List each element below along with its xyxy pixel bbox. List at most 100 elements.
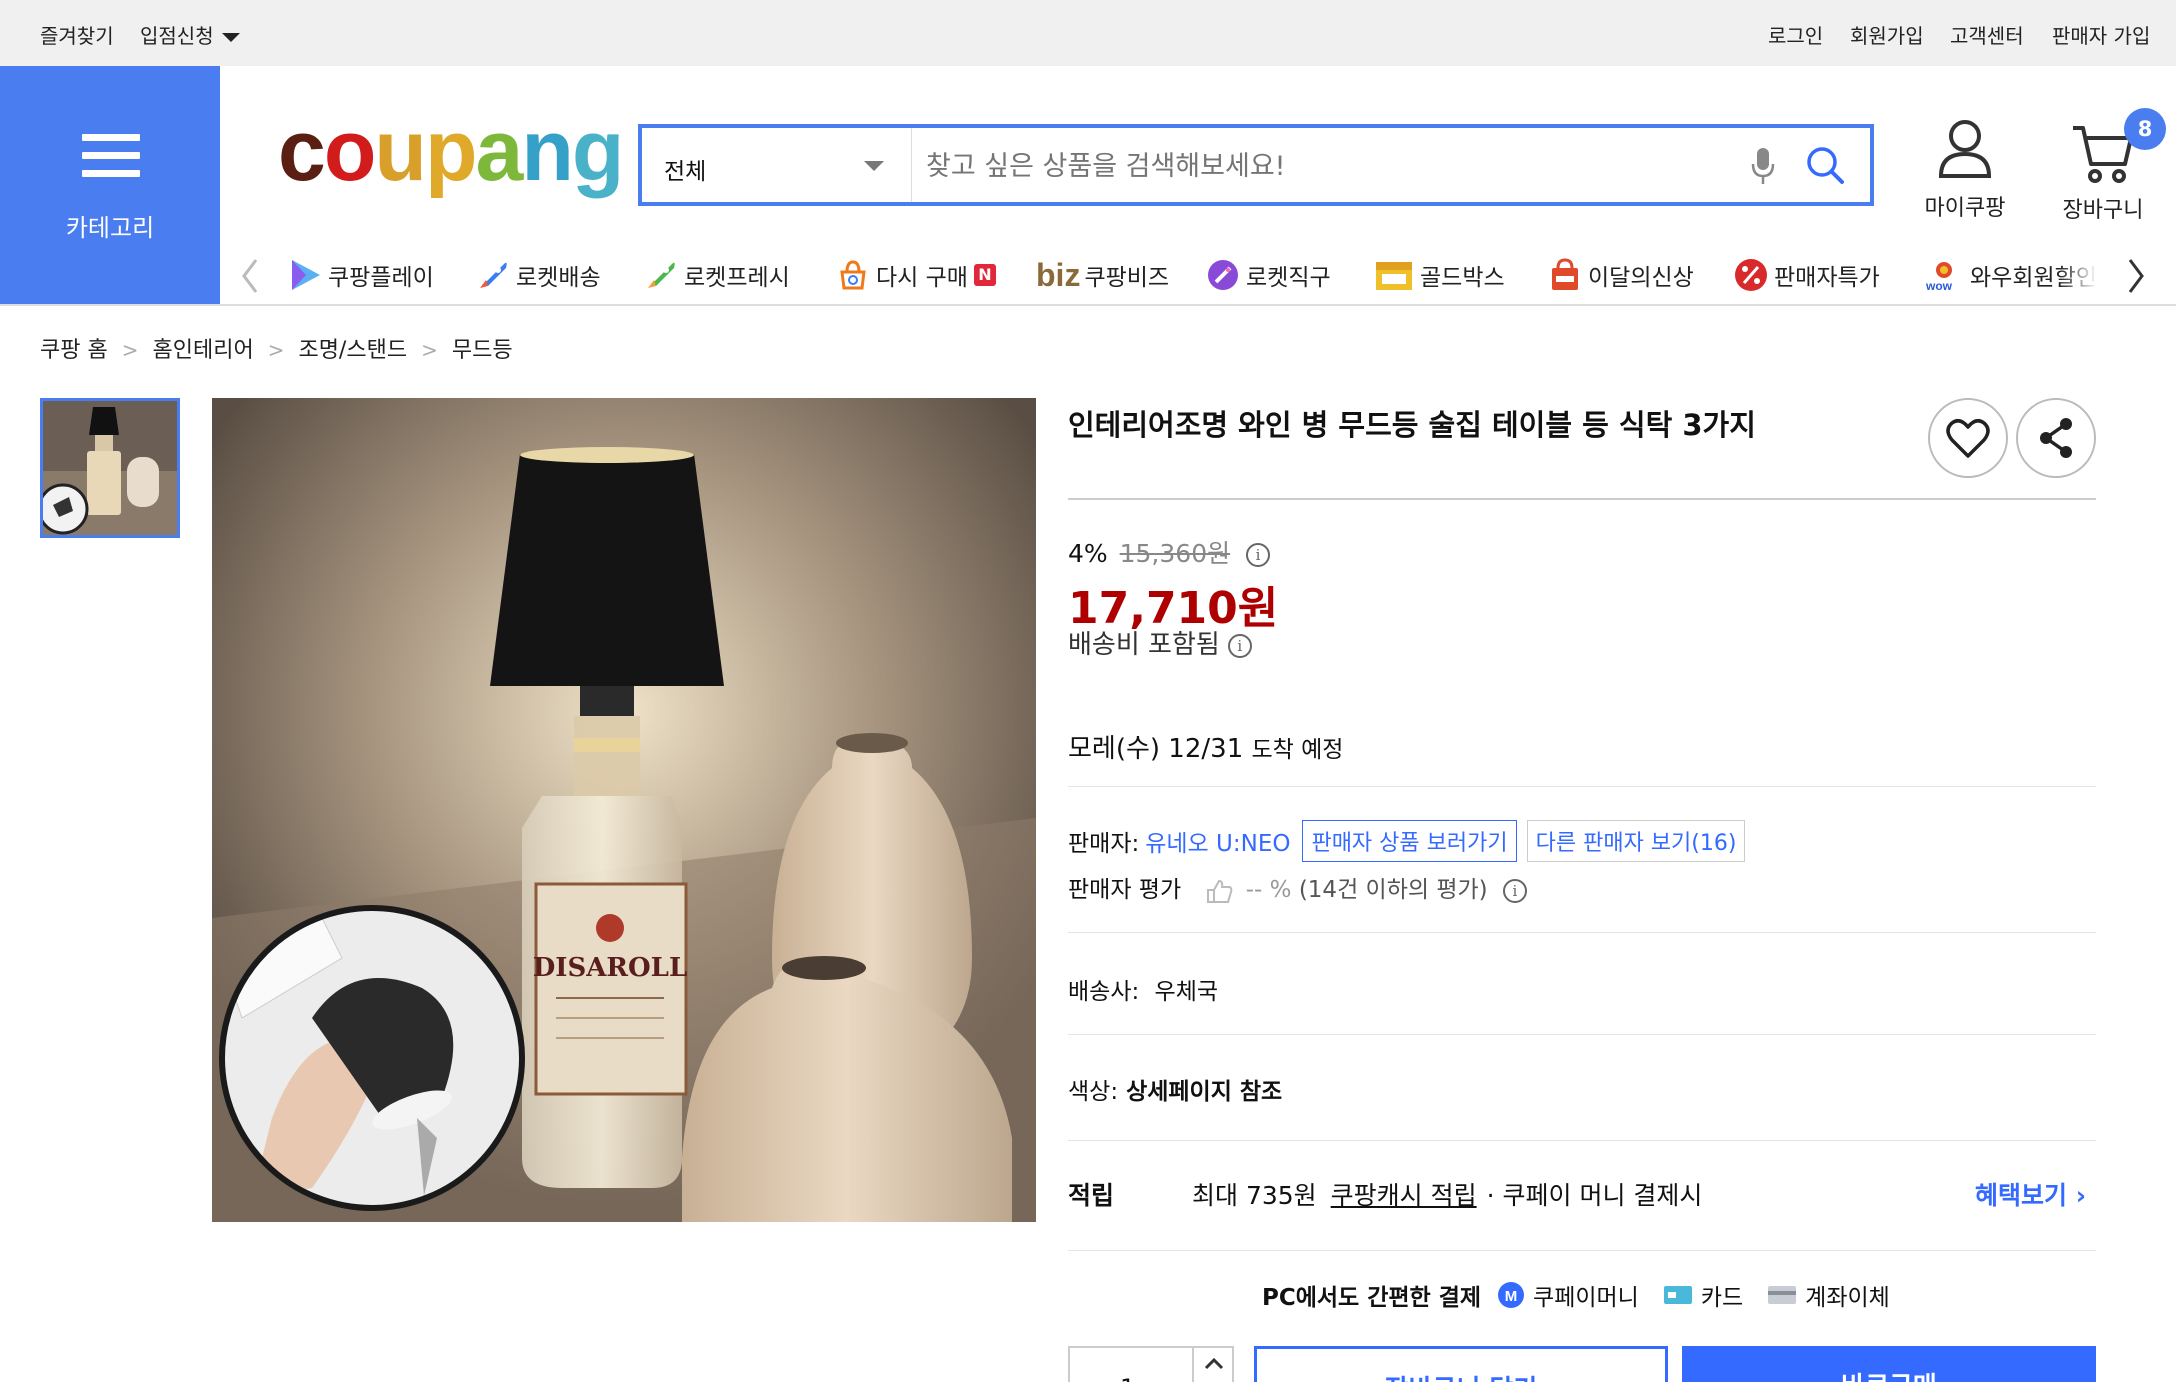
seller-rating-row: 판매자 평가 -- % (14건 이하의 평가) i	[1068, 870, 1527, 904]
discount-line: 4% 15,360원 i	[1068, 534, 1271, 570]
category-item-coupangplay[interactable]: 쿠팡플레이	[288, 250, 434, 300]
chevron-right-icon: ›	[2075, 1181, 2086, 1210]
chevron-right-icon[interactable]	[2126, 258, 2146, 294]
mycoupang-button[interactable]: 마이쿠팡	[1910, 118, 2020, 222]
category-label: 와우회원할인	[1970, 265, 2097, 291]
buy-now-button[interactable]: 바로구매	[1682, 1346, 2096, 1382]
breadcrumb-item[interactable]: 홈인테리어	[152, 338, 253, 363]
color-option-row: 색상: 상세페이지 참조	[1068, 1072, 1282, 1106]
breadcrumb: 쿠팡 홈 > 홈인테리어 > 조명/스탠드 > 무드등	[40, 332, 513, 364]
chevron-up-icon	[1204, 1357, 1224, 1370]
percent-icon	[1735, 259, 1767, 291]
microphone-icon[interactable]	[1750, 146, 1776, 186]
wishlist-button[interactable]	[1928, 398, 2008, 478]
carrier-label: 배송사:	[1068, 979, 1140, 1005]
category-item-rocketglobal[interactable]: 로켓직구	[1206, 250, 1331, 300]
support-link[interactable]: 고객센터	[1950, 20, 2024, 49]
info-icon[interactable]: i	[1502, 878, 1527, 903]
search-bar: 전체	[638, 124, 1874, 206]
cart-button[interactable]: 장바구니 8	[2048, 108, 2166, 224]
breadcrumb-item[interactable]: 무드등	[452, 338, 513, 363]
header-divider	[0, 304, 2176, 306]
breadcrumb-item[interactable]: 조명/스탠드	[298, 338, 407, 363]
product-thumbnail[interactable]	[40, 398, 180, 538]
seller-rating-value: -- %	[1245, 877, 1292, 903]
logo-letter: c	[278, 103, 326, 199]
seller-name-link[interactable]: 유네오 U:NEO	[1145, 824, 1290, 858]
divider	[1068, 786, 2096, 787]
payment-method-card: 카드	[1663, 1278, 1743, 1312]
bank-transfer-icon	[1768, 1286, 1797, 1304]
cash-reward-link[interactable]: 쿠팡캐시 적립	[1331, 1181, 1477, 1210]
benefits-link[interactable]: 혜택보기 ›	[1975, 1176, 2086, 1212]
product-main-image[interactable]: DISAROLL	[212, 398, 1036, 1222]
info-icon[interactable]: i	[1246, 543, 1271, 567]
goldbox-icon	[1376, 262, 1412, 290]
category-item-biz[interactable]: biz 쿠팡비즈	[1036, 250, 1169, 300]
chevron-right-icon: >	[421, 338, 438, 362]
add-to-cart-button[interactable]: 장바구니 담기	[1254, 1346, 1668, 1382]
bookmark-link[interactable]: 즐겨찾기	[40, 20, 114, 49]
divider	[1068, 1140, 2096, 1141]
payment-title: PC에서도 간편한 결제	[1262, 1285, 1482, 1311]
share-icon	[2040, 418, 2072, 458]
cart-count-badge: 8	[2124, 108, 2166, 150]
category-item-goldbox[interactable]: 골드박스	[1374, 250, 1505, 300]
product-thumbnail-image	[43, 401, 177, 535]
cart-label: 장바구니	[2062, 198, 2144, 223]
category-item-rocketfresh[interactable]: 로켓프레시	[644, 250, 790, 300]
play-icon	[292, 260, 320, 290]
share-button[interactable]	[2016, 398, 2096, 478]
svg-text:DISAROLL: DISAROLL	[533, 953, 687, 983]
chevron-right-icon: >	[121, 338, 139, 362]
new-icon	[1552, 258, 1578, 290]
category-menu-button[interactable]: 카테고리	[0, 66, 220, 304]
category-item-sellerdeal[interactable]: 판매자특가	[1734, 250, 1880, 300]
seller-join-link[interactable]: 판매자 가입	[2052, 20, 2150, 49]
divider	[1068, 498, 2096, 500]
signup-link[interactable]: 회원가입	[1850, 20, 1924, 49]
seller-products-button[interactable]: 판매자 상품 보러가기	[1302, 820, 1517, 862]
discount-rate: 4%	[1068, 539, 1108, 568]
category-strip: 쿠팡플레이 로켓배송 로켓프레시 다시 구매 N biz 쿠팡비즈 로켓직구 골…	[220, 250, 2176, 304]
coupang-logo[interactable]: coupang	[278, 108, 624, 194]
divider	[1068, 932, 2096, 933]
search-icon[interactable]	[1804, 144, 1846, 186]
category-item-wow[interactable]: wow 와우회원할인	[1924, 250, 2120, 300]
color-label: 색상:	[1068, 1079, 1119, 1105]
reward-row: 적립 최대 735원 쿠팡캐시 적립 · 쿠페이 머니 결제시 혜택보기 ›	[1068, 1176, 2096, 1212]
other-sellers-button[interactable]: 다른 판매자 보기(16)	[1526, 820, 1746, 862]
logo-letter: o	[323, 103, 377, 199]
partner-apply-link[interactable]: 입점신청	[140, 20, 240, 49]
reward-text: 최대 735원 쿠팡캐시 적립 · 쿠페이 머니 결제시	[1192, 1176, 1702, 1212]
chevron-down-icon	[864, 161, 884, 171]
chevron-left-icon[interactable]	[240, 258, 260, 294]
card-icon	[1663, 1286, 1692, 1304]
quantity-increase-button[interactable]	[1192, 1348, 1234, 1382]
mycoupang-label: 마이쿠팡	[1924, 196, 2006, 221]
category-item-rebuy[interactable]: 다시 구매 N	[836, 250, 996, 300]
search-scope-select[interactable]: 전체	[642, 128, 912, 202]
partner-apply-label: 입점신청	[140, 24, 214, 48]
payment-method-transfer: 계좌이체	[1767, 1278, 1890, 1312]
divider	[1068, 1034, 2096, 1035]
caret-down-icon	[221, 33, 240, 42]
breadcrumb-item[interactable]: 쿠팡 홈	[40, 338, 108, 363]
new-badge: N	[973, 264, 996, 286]
logo-letter: p	[424, 103, 478, 199]
category-label: 로켓배송	[516, 265, 601, 291]
payment-method-coupaymoney: M 쿠페이머니	[1497, 1278, 1639, 1312]
product-photo: DISAROLL	[212, 398, 1036, 1222]
search-input[interactable]	[926, 148, 1726, 184]
wow-icon: wow	[1925, 262, 1953, 292]
info-icon[interactable]: i	[1227, 633, 1252, 658]
heart-icon	[1946, 419, 1990, 458]
seller-label: 판매자:	[1068, 831, 1140, 857]
login-link[interactable]: 로그인	[1768, 20, 1823, 49]
top-utility-bar: 즐겨찾기 입점신청 로그인 회원가입 고객센터 판매자 가입	[0, 0, 2176, 66]
category-item-newarrivals[interactable]: 이달의신상	[1548, 250, 1694, 300]
category-label: 쿠팡플레이	[328, 265, 434, 291]
product-title: 인테리어조명 와인 병 무드등 술집 테이블 등 식탁 3가지	[1068, 408, 1756, 442]
category-item-rocket[interactable]: 로켓배송	[476, 250, 601, 300]
quantity-stepper[interactable]: 1	[1068, 1346, 1234, 1382]
